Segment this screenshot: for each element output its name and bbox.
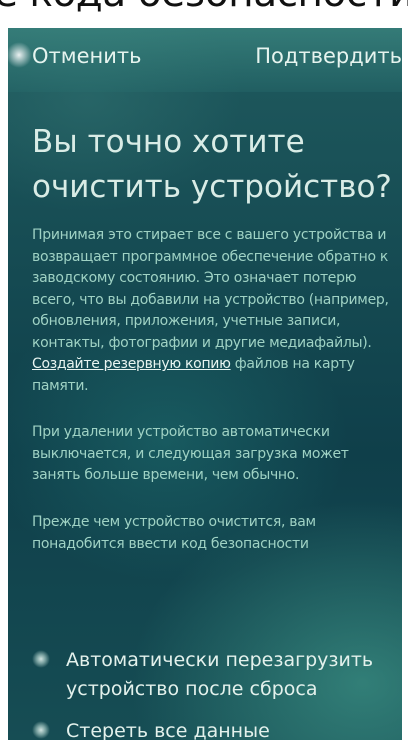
warning-text: Принимая это стирает все с вашего устрой… [32, 227, 389, 351]
pulley-glow-icon [8, 40, 32, 70]
phone-screen: Отменить Подтвердить Вы точно хотите очи… [8, 28, 402, 740]
confirm-button[interactable]: Подтвердить [255, 42, 402, 70]
overlay-caption: е кода безопасности. [0, 0, 408, 28]
backup-link[interactable]: Создайте резервную копию [32, 356, 231, 372]
security-code-note: Прежде чем устройство очистится, вам пон… [32, 514, 316, 552]
overlay-caption-text: е кода безопасности. [0, 0, 408, 13]
cancel-button[interactable]: Отменить [32, 42, 142, 70]
erase-all-data-switch[interactable]: Стереть все данные [32, 717, 392, 740]
page-title: Вы точно хотите очистить устройство? [32, 124, 392, 205]
shutdown-note: При удалении устройство автоматически вы… [32, 424, 349, 483]
erase-all-data-label: Стереть все данные [66, 720, 270, 740]
auto-reboot-switch[interactable]: Автоматически перезагрузить устройство п… [32, 646, 392, 704]
dialog-header: Отменить Подтвердить [8, 28, 402, 92]
warning-paragraph: Принимая это стирает все с вашего устрой… [32, 225, 396, 397]
switch-indicator-icon[interactable] [32, 650, 50, 668]
auto-reboot-label: Автоматически перезагрузить устройство п… [66, 649, 374, 700]
switch-indicator-icon[interactable] [32, 721, 50, 739]
